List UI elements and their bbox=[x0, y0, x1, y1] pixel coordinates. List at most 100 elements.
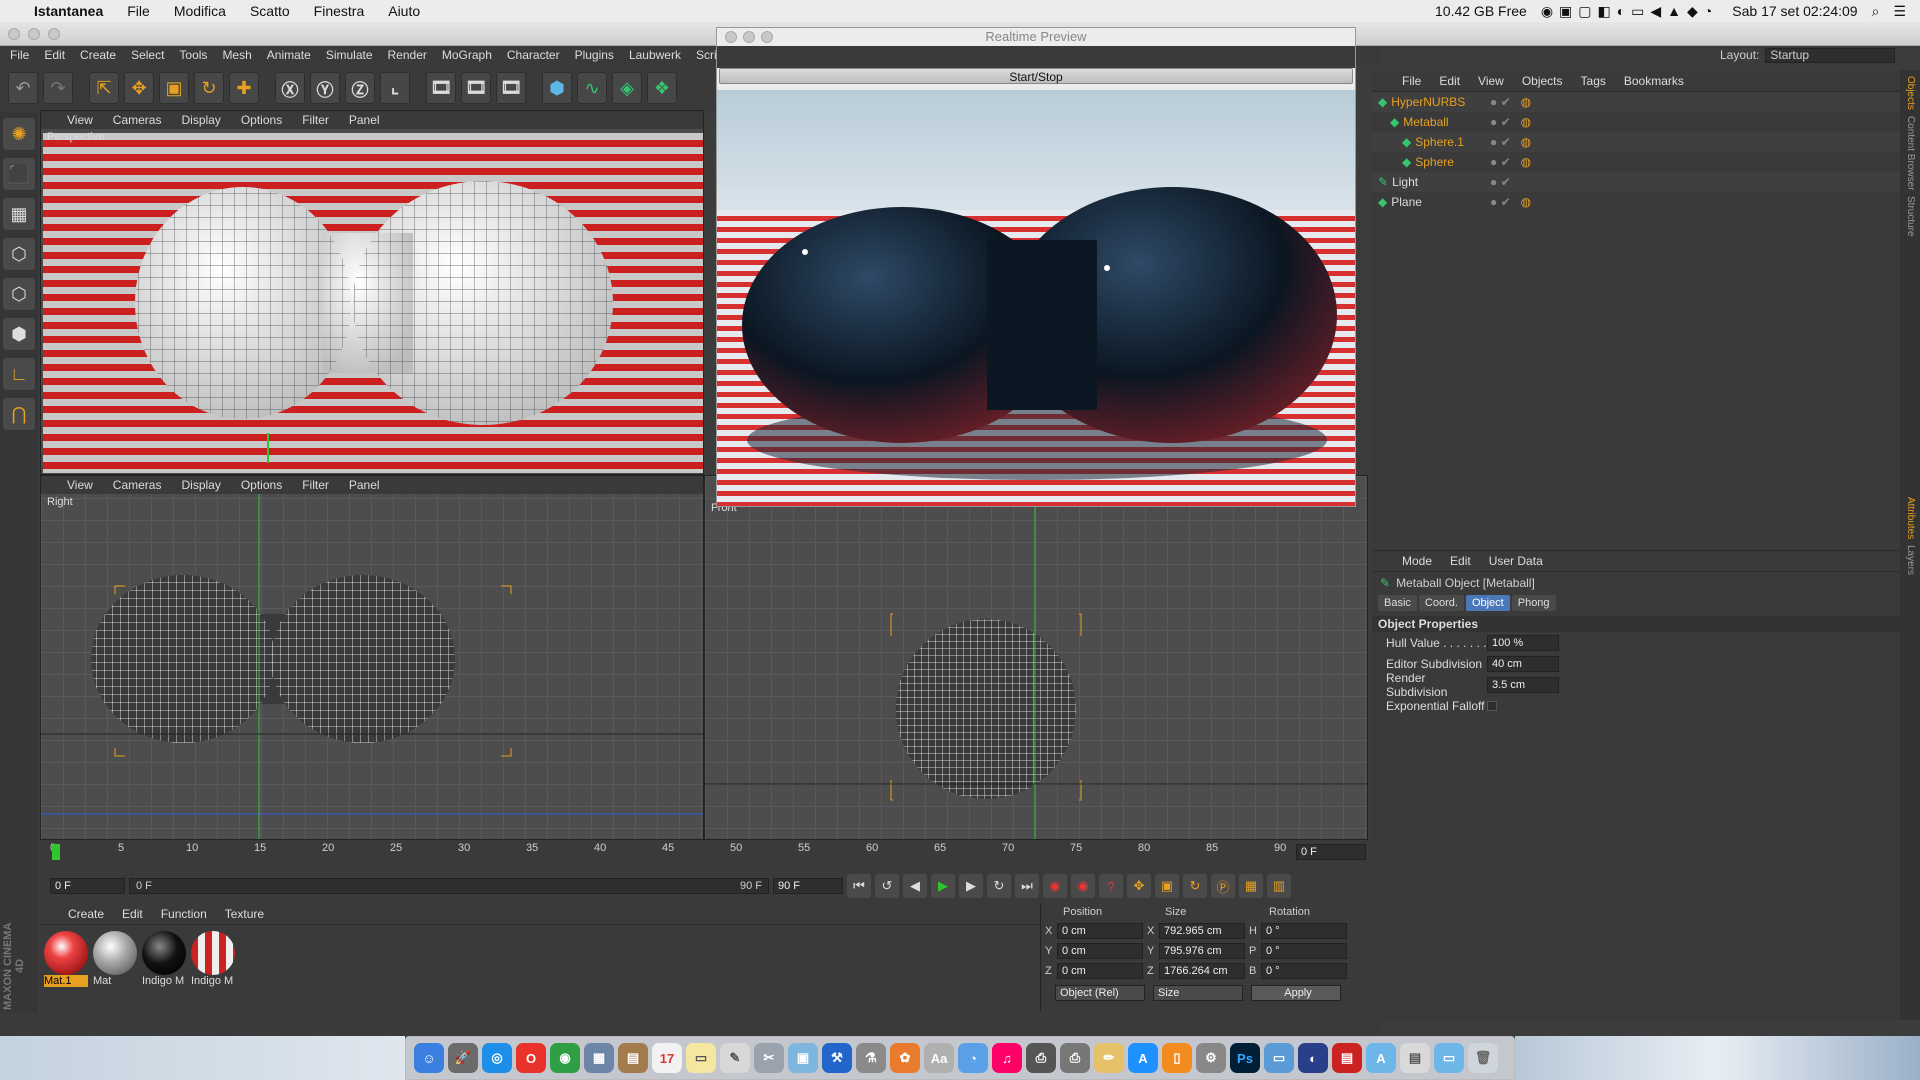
add-icon[interactable]: ✚ bbox=[229, 72, 259, 104]
rotation-field[interactable]: 0 ° bbox=[1261, 943, 1347, 959]
photos-icon[interactable]: ▣ bbox=[788, 1043, 818, 1073]
cinema4d-icon[interactable]: ◐ bbox=[1298, 1043, 1328, 1073]
c4d-menu-laubwerk[interactable]: Laubwerk bbox=[629, 48, 681, 62]
screenshot-icon[interactable]: ✂ bbox=[754, 1043, 784, 1073]
undo-icon[interactable]: ↶ bbox=[8, 72, 38, 104]
c4d-menu-tools[interactable]: Tools bbox=[179, 48, 207, 62]
c4d-menu-character[interactable]: Character bbox=[507, 48, 560, 62]
documents-icon[interactable]: ▤ bbox=[1400, 1043, 1430, 1073]
scanner-icon[interactable]: ⎙ bbox=[1060, 1043, 1090, 1073]
tag-icon[interactable]: ◍ bbox=[1521, 195, 1531, 209]
close-button[interactable] bbox=[8, 28, 20, 40]
z-axis-icon[interactable]: Ⓩ bbox=[345, 72, 375, 104]
side-tab-objects[interactable]: Objects bbox=[1905, 76, 1916, 110]
mm-menu-create[interactable]: Create bbox=[68, 907, 104, 921]
vp-menu-panel[interactable]: Panel bbox=[349, 113, 380, 127]
size-field[interactable]: 1766.264 cm bbox=[1159, 963, 1245, 979]
go-to-end-icon[interactable]: ⏭ bbox=[1015, 874, 1039, 898]
size-mode-dropdown[interactable]: Size bbox=[1153, 985, 1243, 1001]
front-viewport[interactable]: Front bbox=[704, 475, 1368, 840]
menu-aiuto[interactable]: Aiuto bbox=[388, 3, 420, 19]
am-menu-edit[interactable]: Edit bbox=[1450, 554, 1471, 568]
material-swatch[interactable]: Indigo M bbox=[142, 931, 186, 987]
right-viewport[interactable]: View Cameras Display Options Filter Pane… bbox=[40, 475, 704, 840]
preview-icon[interactable]: ▦ bbox=[584, 1043, 614, 1073]
size-field[interactable]: 792.965 cm bbox=[1159, 923, 1245, 939]
tab-basic[interactable]: Basic bbox=[1378, 595, 1417, 611]
menu-finestra[interactable]: Finestra bbox=[314, 3, 365, 19]
side-tab-structure[interactable]: Structure bbox=[1905, 196, 1916, 237]
perspective-viewport[interactable]: View Cameras Display Options Filter Pane… bbox=[40, 110, 704, 475]
vp-menu-options[interactable]: Options bbox=[241, 478, 282, 492]
edges-mode-icon[interactable]: ⬡ bbox=[3, 278, 35, 310]
go-to-start-icon[interactable]: ⏮ bbox=[847, 874, 871, 898]
chrome-icon[interactable]: ◉ bbox=[550, 1043, 580, 1073]
vp-menu-panel[interactable]: Panel bbox=[349, 478, 380, 492]
start-stop-button[interactable]: Start/Stop bbox=[719, 68, 1353, 84]
menu-scatto[interactable]: Scatto bbox=[250, 3, 290, 19]
app-menu[interactable]: Istantanea bbox=[34, 3, 103, 19]
exponential-falloff-checkbox[interactable] bbox=[1487, 700, 1497, 711]
render-settings-icon[interactable]: 🎞 bbox=[496, 72, 526, 104]
xcode-icon[interactable]: ⚒ bbox=[822, 1043, 852, 1073]
om-menu-file[interactable]: File bbox=[1402, 74, 1421, 88]
position-field[interactable]: 0 cm bbox=[1057, 963, 1143, 979]
c4d-menu-create[interactable]: Create bbox=[80, 48, 116, 62]
om-menu-objects[interactable]: Objects bbox=[1522, 74, 1563, 88]
coord-system-icon[interactable]: ⌞ bbox=[380, 72, 410, 104]
model-mode-icon[interactable]: ⬛ bbox=[3, 158, 35, 190]
vp-menu-display[interactable]: Display bbox=[181, 478, 220, 492]
tab-phong[interactable]: Phong bbox=[1511, 595, 1556, 611]
dictionary-icon[interactable]: Aa bbox=[924, 1043, 954, 1073]
size-field[interactable]: 795.976 cm bbox=[1159, 943, 1245, 959]
render-view-icon[interactable]: 🎞 bbox=[426, 72, 456, 104]
render-subdivision-input[interactable]: 3.5 cm bbox=[1487, 676, 1559, 693]
points-mode-icon[interactable]: ⬡ bbox=[3, 238, 35, 270]
textedit-icon[interactable]: ✎ bbox=[720, 1043, 750, 1073]
polygons-mode-icon[interactable]: ⬢ bbox=[3, 318, 35, 350]
object-row[interactable]: ◆ Plane ● ✔ ◍ bbox=[1372, 192, 1902, 212]
record-pla-icon[interactable]: ▦ bbox=[1239, 874, 1263, 898]
object-name[interactable]: HyperNURBS bbox=[1391, 95, 1465, 109]
position-field[interactable]: 0 cm bbox=[1057, 923, 1143, 939]
cube-icon[interactable]: ⬢ bbox=[542, 72, 572, 104]
itunes-icon[interactable]: ♫ bbox=[992, 1043, 1022, 1073]
rt-zoom-button[interactable] bbox=[761, 31, 773, 43]
vp-menu-view[interactable]: View bbox=[67, 113, 93, 127]
messages-icon[interactable]: ◔ bbox=[958, 1043, 988, 1073]
am-menu-userdata[interactable]: User Data bbox=[1489, 554, 1543, 568]
layout-dropdown[interactable]: Startup bbox=[1765, 47, 1896, 63]
play-icon[interactable]: ▶ bbox=[931, 874, 955, 898]
visibility-dots-icon[interactable]: ● ✔ bbox=[1490, 195, 1511, 209]
opera-icon[interactable]: O bbox=[516, 1043, 546, 1073]
object-row[interactable]: ◆ HyperNURBS ● ✔ ◍ bbox=[1372, 92, 1902, 112]
c4d-menu-edit[interactable]: Edit bbox=[44, 48, 65, 62]
hull-value-input[interactable]: 100 % bbox=[1487, 634, 1559, 651]
printer-icon[interactable]: ⎙ bbox=[1026, 1043, 1056, 1073]
safari-icon[interactable]: ◎ bbox=[482, 1043, 512, 1073]
photoshop-icon[interactable]: Ps bbox=[1230, 1043, 1260, 1073]
downloads-folder-icon[interactable]: ▭ bbox=[1434, 1043, 1464, 1073]
mm-menu-texture[interactable]: Texture bbox=[225, 907, 264, 921]
scheme-icon[interactable]: ▥ bbox=[1267, 874, 1291, 898]
make-editable-icon[interactable]: ✺ bbox=[3, 118, 35, 150]
next-frame-icon[interactable]: ▶ bbox=[959, 874, 983, 898]
mm-menu-edit[interactable]: Edit bbox=[122, 907, 143, 921]
object-name[interactable]: Sphere.1 bbox=[1415, 135, 1464, 149]
record-rotation-icon[interactable]: ↻ bbox=[1183, 874, 1207, 898]
spline-icon[interactable]: ∿ bbox=[577, 72, 607, 104]
material-swatch[interactable]: Indigo M bbox=[191, 931, 235, 987]
render-picture-viewer-icon[interactable]: 🎞 bbox=[461, 72, 491, 104]
minimize-button[interactable] bbox=[28, 28, 40, 40]
vp-menu-filter[interactable]: Filter bbox=[302, 113, 329, 127]
end-frame-field[interactable]: 90 F bbox=[773, 878, 843, 894]
ibooks-icon[interactable]: ▯ bbox=[1162, 1043, 1192, 1073]
vp-menu-view[interactable]: View bbox=[67, 478, 93, 492]
pencil-icon[interactable]: ✏ bbox=[1094, 1043, 1124, 1073]
tag-icon[interactable]: ◍ bbox=[1521, 155, 1531, 169]
notification-center-icon[interactable]: ☰ bbox=[1893, 3, 1906, 20]
visibility-dots-icon[interactable]: ● ✔ bbox=[1490, 155, 1511, 169]
object-name[interactable]: Plane bbox=[1391, 195, 1422, 209]
playhead[interactable] bbox=[52, 844, 60, 860]
rotate-icon[interactable]: ↻ bbox=[194, 72, 224, 104]
